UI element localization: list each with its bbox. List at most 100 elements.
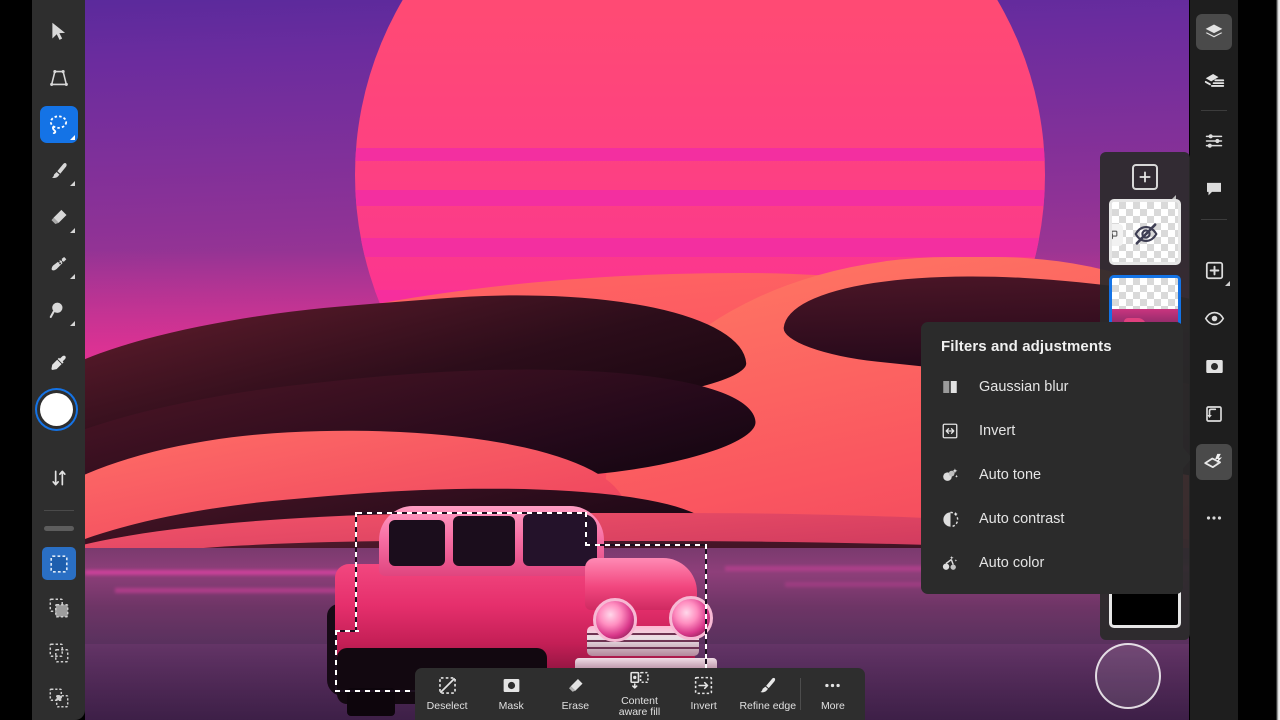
device-bezel-left xyxy=(0,0,32,720)
more-button[interactable]: More xyxy=(801,668,865,720)
marquee-new-icon xyxy=(49,554,68,573)
gaussian-blur-item[interactable]: Gaussian blur xyxy=(921,365,1183,409)
auto-color-item[interactable]: Auto color xyxy=(921,541,1183,585)
toolbar-drag-handle[interactable] xyxy=(43,526,74,532)
lasso-tool[interactable] xyxy=(39,106,78,143)
refine-edge-button[interactable]: Refine edge xyxy=(736,668,800,720)
ellipsis-icon xyxy=(825,684,841,688)
visibility-button[interactable] xyxy=(1196,300,1232,336)
magic-layer-icon xyxy=(1204,453,1223,469)
transform-tool[interactable] xyxy=(40,60,78,97)
eye-icon xyxy=(1204,311,1224,325)
add-to-selection[interactable] xyxy=(42,592,76,625)
move-tool[interactable] xyxy=(40,13,78,50)
device-edge-highlight xyxy=(1276,0,1280,720)
refine-edge-brush-icon xyxy=(760,678,776,693)
layer-thumbnail-transparent xyxy=(1112,278,1178,310)
more-options-button[interactable] xyxy=(1196,500,1232,536)
flyout-corner-indicator xyxy=(69,320,75,326)
mask-circle-icon xyxy=(503,679,520,693)
add-layer-button[interactable] xyxy=(1132,164,1176,202)
link-layers-icon[interactable] xyxy=(1112,224,1123,246)
magnifier-icon xyxy=(49,303,62,319)
bottom-bar-label: Erase xyxy=(561,700,590,713)
brush-cursor xyxy=(1095,643,1161,709)
sliders-icon xyxy=(1205,134,1223,148)
comment-bubble-icon xyxy=(1207,182,1221,196)
filters-adjustments-button[interactable] xyxy=(1196,444,1232,480)
eraser-icon xyxy=(568,679,583,693)
clipping-mask-button[interactable] xyxy=(1196,396,1232,432)
popup-item-label: Auto tone xyxy=(979,467,1042,483)
popup-item-label: Invert xyxy=(979,423,1016,439)
color-swatches xyxy=(37,393,81,453)
bottom-bar-label: Invert xyxy=(690,700,717,713)
subtract-selection[interactable] xyxy=(42,637,76,670)
marquee-intersect-icon xyxy=(49,688,68,708)
erase-button[interactable]: Erase xyxy=(543,668,607,720)
device-bezel-right xyxy=(1238,0,1280,720)
healing-tool[interactable] xyxy=(40,246,78,283)
popup-item-label: Auto color xyxy=(979,555,1045,571)
new-selection[interactable] xyxy=(41,547,76,580)
flyout-corner-indicator xyxy=(69,181,75,187)
foreground-color-swatch[interactable] xyxy=(39,393,73,427)
rail-divider xyxy=(1201,219,1227,220)
auto-tone-icon xyxy=(941,466,967,485)
eyedropper-tool[interactable] xyxy=(40,346,78,383)
plus-square-icon xyxy=(1139,171,1151,183)
marquee-dashed-icon xyxy=(438,677,456,695)
eye-slash-icon xyxy=(1134,223,1158,245)
bottom-bar-label: Mask xyxy=(498,700,524,713)
popup-item-label: Gaussian blur xyxy=(979,379,1069,395)
transform-icon xyxy=(49,69,68,86)
auto-tone-item[interactable]: Auto tone xyxy=(921,453,1183,497)
lasso-icon xyxy=(49,115,68,134)
auto-contrast-icon xyxy=(941,510,967,529)
add-layer-button[interactable] xyxy=(1196,252,1232,288)
ellipsis-icon xyxy=(1206,516,1222,520)
layer-stack-icon xyxy=(1204,73,1224,87)
eraser-tool[interactable] xyxy=(40,199,78,236)
cursor-arrow-icon xyxy=(52,22,66,40)
deselect-button[interactable]: Deselect xyxy=(415,668,479,720)
left-toolbar xyxy=(32,0,85,720)
content-fill-button[interactable]: Content aware fill xyxy=(607,668,671,720)
comments-button[interactable] xyxy=(1196,171,1232,207)
bottom-bar-label: More xyxy=(820,700,845,713)
intersect-selection[interactable] xyxy=(42,681,76,714)
marquee-subtract-icon xyxy=(49,643,68,663)
flyout-corner-indicator xyxy=(1225,281,1230,286)
layers-panel-button[interactable] xyxy=(1196,14,1232,50)
toolbar-divider xyxy=(43,510,74,512)
zoom-tool[interactable] xyxy=(40,292,78,329)
content-aware-fill-icon xyxy=(630,671,649,689)
rail-divider xyxy=(1201,110,1227,111)
list-item[interactable] xyxy=(1109,199,1181,265)
mask-icon xyxy=(1205,359,1223,373)
paintbrush-icon xyxy=(51,162,67,178)
invert-button[interactable]: Invert xyxy=(672,668,736,720)
swap-colors-button[interactable] xyxy=(40,460,78,497)
invert-arrows-icon xyxy=(941,422,967,440)
flyout-corner-indicator xyxy=(69,134,75,140)
brush-tool[interactable] xyxy=(40,153,78,190)
bottom-bar-label: Refine edge xyxy=(739,700,797,713)
adjustments-button[interactable] xyxy=(1196,123,1232,159)
popup-item-label: Auto contrast xyxy=(979,511,1065,527)
editor-window: Filters and adjustments Gaussian blur In… xyxy=(0,0,1280,720)
clipping-mask-icon xyxy=(1206,406,1222,422)
contextual-task-bar: Deselect Mask Erase Content aware fill I… xyxy=(415,668,865,720)
layer-stack-button[interactable] xyxy=(1196,62,1232,98)
right-toolbar xyxy=(1190,0,1238,720)
invert-item[interactable]: Invert xyxy=(921,409,1183,453)
mask-button[interactable]: Mask xyxy=(479,668,543,720)
eraser-icon xyxy=(50,210,67,225)
mask-button[interactable] xyxy=(1196,348,1232,384)
add-square-icon xyxy=(1205,261,1223,279)
filters-and-adjustments-popup: Filters and adjustments Gaussian blur In… xyxy=(921,322,1183,594)
invert-selection-icon xyxy=(694,677,713,695)
auto-contrast-item[interactable]: Auto contrast xyxy=(921,497,1183,541)
blur-halves-icon xyxy=(941,378,967,396)
bottom-bar-label: Content aware fill xyxy=(618,694,661,718)
